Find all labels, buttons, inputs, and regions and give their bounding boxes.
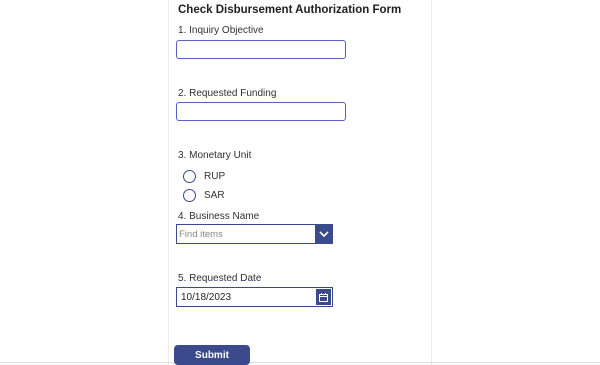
radio-circle-icon[interactable] [183, 170, 196, 183]
radio-label-sar: SAR [204, 190, 225, 201]
radio-option-rup[interactable]: RUP [183, 170, 225, 183]
requested-funding-label: 2. Requested Funding [178, 88, 277, 99]
bottom-divider [0, 362, 600, 363]
business-name-label: 4. Business Name [178, 211, 260, 222]
radio-label-rup: RUP [204, 171, 226, 182]
inquiry-objective-label: 1. Inquiry Objective [178, 25, 264, 36]
chevron-down-icon[interactable] [315, 225, 332, 243]
form-title: Check Disbursement Authorization Form [178, 4, 402, 16]
requested-date-input[interactable]: 10/18/2023 [176, 287, 333, 307]
calendar-icon[interactable] [316, 289, 331, 305]
dropdown-placeholder: Find items [179, 229, 223, 240]
radio-option-sar[interactable]: SAR [183, 189, 225, 202]
date-value: 10/18/2023 [181, 292, 232, 303]
submit-button[interactable]: Submit [174, 345, 250, 365]
inquiry-objective-input[interactable] [176, 40, 346, 59]
monetary-unit-label: 3. Monetary Unit [178, 150, 252, 161]
requested-date-label: 5. Requested Date [178, 273, 262, 284]
business-name-dropdown[interactable]: Find items [176, 224, 333, 244]
radio-circle-icon[interactable] [183, 189, 196, 202]
requested-funding-input[interactable] [176, 102, 346, 121]
page-background [0, 0, 168, 365]
